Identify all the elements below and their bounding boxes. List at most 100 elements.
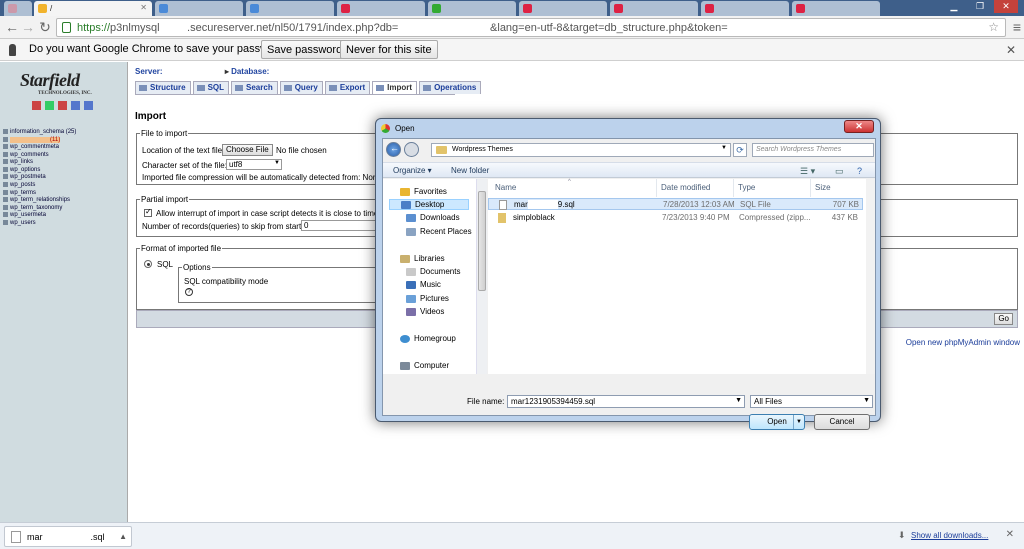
tree-computer[interactable]: Computer: [400, 361, 449, 370]
browser-tab[interactable]: [246, 1, 334, 16]
table-item[interactable]: wp_term_relationships: [3, 197, 76, 205]
reload-icon[interactable]: ↻: [37, 20, 53, 34]
show-all-downloads-link[interactable]: Show all downloads...: [911, 531, 988, 540]
col-type-header[interactable]: Type: [738, 183, 755, 192]
table-item[interactable]: wp_term_taxonomy: [3, 204, 76, 213]
tab-query[interactable]: Query: [279, 81, 323, 94]
preview-pane-icon[interactable]: ▭: [835, 166, 844, 177]
open-button[interactable]: Open ▼: [749, 414, 805, 430]
view-options-icon[interactable]: ☰ ▾: [800, 166, 815, 177]
tree-documents[interactable]: Documents: [406, 267, 460, 276]
charset-select[interactable]: utf8 ▼: [226, 159, 282, 170]
go-button[interactable]: Go: [994, 313, 1013, 325]
file-list-scrollbar[interactable]: [866, 179, 875, 374]
tree-favorites[interactable]: Favorites: [400, 187, 447, 196]
browser-tab[interactable]: [701, 1, 789, 16]
help-icon[interactable]: [84, 101, 93, 110]
browser-tab-active[interactable]: / ✕: [34, 1, 152, 16]
db-item[interactable]: information_schema (25): [3, 129, 76, 137]
browser-tab[interactable]: [792, 1, 880, 16]
table-item[interactable]: wp_terms: [3, 189, 76, 198]
db-item-selected[interactable]: (11): [3, 136, 76, 145]
search-input[interactable]: Search Wordpress Themes: [752, 143, 874, 157]
skip-records-input[interactable]: 0: [301, 220, 381, 231]
back-icon[interactable]: ←: [386, 142, 401, 157]
tree-scrollbar[interactable]: [476, 179, 487, 374]
address-bar[interactable]: https://p3nlmysql .secureserver.net/nl50…: [56, 18, 1006, 37]
table-item[interactable]: wp_commentmeta: [3, 144, 76, 152]
choose-file-button[interactable]: Choose File: [222, 144, 273, 156]
col-size-header[interactable]: Size: [815, 183, 831, 192]
dialog-body: ← Wordpress Themes ▼ ⟳ Search Wordpress …: [382, 138, 876, 430]
organize-button[interactable]: Organize ▾: [393, 166, 432, 175]
tab-operations[interactable]: Operations: [419, 81, 482, 94]
tree-libraries[interactable]: Libraries: [400, 254, 445, 263]
tree-recent-places[interactable]: Recent Places: [406, 227, 472, 236]
minimize-icon[interactable]: ▁: [942, 0, 966, 13]
tree-desktop[interactable]: Desktop: [389, 199, 469, 210]
close-window-icon[interactable]: ✕: [994, 0, 1018, 13]
file-row[interactable]: simploblack 7/23/2013 9:40 PM Compressed…: [488, 212, 863, 224]
dialog-close-button[interactable]: ✕: [844, 120, 874, 133]
tree-music[interactable]: Music: [406, 280, 441, 289]
browser-tab[interactable]: [519, 1, 607, 16]
docs-icon[interactable]: [71, 101, 80, 110]
filetype-select[interactable]: All Files ▼: [750, 395, 873, 408]
tab-search[interactable]: Search: [231, 81, 278, 94]
browser-tab[interactable]: [4, 1, 32, 16]
table-item[interactable]: wp_links: [3, 159, 76, 167]
tree-homegroup[interactable]: Homegroup: [400, 334, 456, 343]
table-item[interactable]: wp_usermeta: [3, 212, 76, 220]
browser-tab[interactable]: [428, 1, 516, 16]
table-item[interactable]: wp_options: [3, 166, 76, 175]
tab-structure[interactable]: Structure: [135, 81, 191, 94]
help-icon[interactable]: ?: [185, 288, 193, 296]
new-folder-button[interactable]: New folder: [451, 166, 489, 175]
open-new-window-link[interactable]: Open new phpMyAdmin window: [906, 338, 1020, 347]
server-link[interactable]: Server:: [135, 67, 163, 76]
close-infobar-icon[interactable]: ✕: [1006, 43, 1016, 57]
pma-tabs: Structure SQL Search Query Export Import…: [135, 81, 482, 94]
dialog-help-icon[interactable]: ?: [857, 166, 862, 176]
download-item[interactable]: mar .sql ▲: [4, 526, 132, 547]
col-date-header[interactable]: Date modified: [661, 183, 710, 192]
tab-export[interactable]: Export: [324, 81, 371, 94]
forward-icon[interactable]: [404, 142, 419, 157]
refresh-icon[interactable]: ⟳: [733, 143, 747, 157]
browser-tab[interactable]: [610, 1, 698, 16]
table-item[interactable]: wp_postmeta: [3, 174, 76, 182]
format-sql-radio[interactable]: [144, 260, 152, 268]
col-name-header[interactable]: Name: [495, 183, 516, 192]
browser-toolbar: ← → ↻ https://p3nlmysql .secureserver.ne…: [0, 16, 1024, 39]
download-menu-icon[interactable]: ▲: [119, 532, 127, 541]
allow-interrupt-checkbox[interactable]: ✓: [144, 207, 152, 217]
tree-videos[interactable]: Videos: [406, 307, 444, 316]
tab-sql[interactable]: SQL: [192, 81, 230, 94]
save-password-button[interactable]: Save password: [261, 40, 349, 59]
table-item[interactable]: wp_posts: [3, 182, 76, 190]
table-item[interactable]: wp_users: [3, 219, 76, 228]
table-item[interactable]: wp_comments: [3, 151, 76, 160]
tree-pictures[interactable]: Pictures: [406, 294, 449, 303]
home-icon[interactable]: [32, 101, 41, 110]
close-shelf-icon[interactable]: ✕: [1006, 529, 1014, 540]
never-for-site-button[interactable]: Never for this site: [340, 40, 438, 59]
forward-icon[interactable]: →: [20, 20, 36, 34]
tree-downloads[interactable]: Downloads: [406, 213, 460, 222]
cancel-button[interactable]: Cancel: [814, 414, 870, 430]
browser-tab[interactable]: [337, 1, 425, 16]
tab-close-icon[interactable]: ✕: [140, 3, 147, 12]
fieldset-legend: Format of imported file: [141, 244, 222, 253]
database-link[interactable]: Database:: [231, 67, 269, 76]
file-row[interactable]: mar 9.sql 7/28/2013 12:03 AM SQL File 707…: [488, 198, 863, 210]
back-icon[interactable]: ←: [4, 20, 20, 34]
browser-tab[interactable]: [155, 1, 243, 16]
filename-input[interactable]: mar1231905394459.sql ▼: [507, 395, 745, 408]
sql-icon[interactable]: [58, 101, 67, 110]
query-icon[interactable]: [45, 101, 54, 110]
path-breadcrumb[interactable]: Wordpress Themes ▼: [431, 143, 731, 157]
tab-import[interactable]: Import: [372, 81, 418, 94]
maximize-icon[interactable]: ❐: [968, 0, 992, 13]
star-icon[interactable]: ☆: [988, 20, 999, 34]
menu-icon[interactable]: ≡: [1009, 20, 1024, 34]
